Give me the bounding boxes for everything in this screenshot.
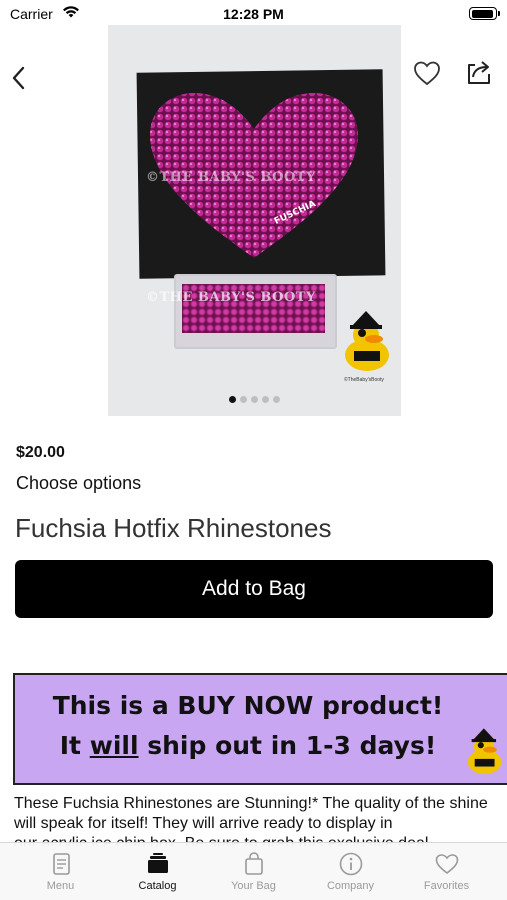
- pirate-duck-icon: [467, 728, 502, 775]
- clock: 12:28 PM: [223, 6, 284, 22]
- tab-label: Menu: [46, 880, 75, 892]
- product-price: $20.00: [16, 444, 65, 461]
- info-icon: [339, 852, 362, 876]
- product-description: These Fuchsia Rhinestones are Stunning!*…: [14, 795, 488, 832]
- banner-emphasis: will: [89, 731, 139, 760]
- bag-icon: [244, 852, 263, 875]
- status-bar: Carrier 12:28 PM: [0, 0, 507, 28]
- buy-now-banner: This is a BUY NOW product! It will ship …: [13, 673, 507, 785]
- tab-company[interactable]: Company: [300, 843, 401, 900]
- banner-line-1: This is a BUY NOW product!: [52, 691, 444, 720]
- tab-menu[interactable]: Menu: [10, 843, 111, 900]
- tab-label: Company: [326, 880, 375, 892]
- choose-options-link[interactable]: Choose options: [16, 473, 141, 494]
- acrylic-tray: [174, 274, 337, 349]
- share-button[interactable]: [464, 57, 494, 87]
- carousel-page-indicator[interactable]: [108, 396, 401, 403]
- pirate-duck-icon: [345, 311, 389, 371]
- product-image-carousel[interactable]: ©THE BABY'S BOOTY FUSCHIA ©THE BABY'S BO…: [108, 25, 401, 416]
- add-to-bag-button[interactable]: Add to Bag: [15, 560, 493, 618]
- back-button[interactable]: [8, 62, 30, 94]
- heart-icon: [435, 854, 458, 875]
- banner-line-2-start: It: [59, 731, 90, 760]
- duck-caption: ©TheBaby'sBooty: [344, 377, 384, 383]
- tab-catalog[interactable]: Catalog: [107, 843, 208, 900]
- banner-line-2-end: ship out in 1-3 days!: [138, 731, 437, 760]
- favorite-button[interactable]: [412, 58, 442, 88]
- tab-your-bag[interactable]: Your Bag: [203, 843, 304, 900]
- tab-label: Catalog: [138, 880, 177, 892]
- carousel-dot[interactable]: [251, 396, 258, 403]
- carousel-dot[interactable]: [273, 396, 280, 403]
- tab-favorites[interactable]: Favorites: [396, 843, 497, 900]
- carousel-dot[interactable]: [262, 396, 269, 403]
- banner-line-2: It will ship out in 1-3 days!: [15, 731, 481, 760]
- watermark: ©THE BABY'S BOOTY: [146, 170, 316, 185]
- carousel-dot[interactable]: [229, 396, 236, 403]
- carousel-dot[interactable]: [240, 396, 247, 403]
- battery-icon: [469, 7, 500, 20]
- watermark: ©THE BABY'S BOOTY: [146, 290, 316, 305]
- menu-book-icon: [52, 853, 70, 875]
- catalog-icon: [147, 853, 168, 873]
- tab-label: Your Bag: [231, 880, 276, 892]
- product-title: Fuchsia Hotfix Rhinestones: [15, 513, 332, 543]
- tab-bar: Menu Catalog Your Bag Company Favorites: [0, 842, 507, 900]
- tab-label: Favorites: [423, 880, 470, 892]
